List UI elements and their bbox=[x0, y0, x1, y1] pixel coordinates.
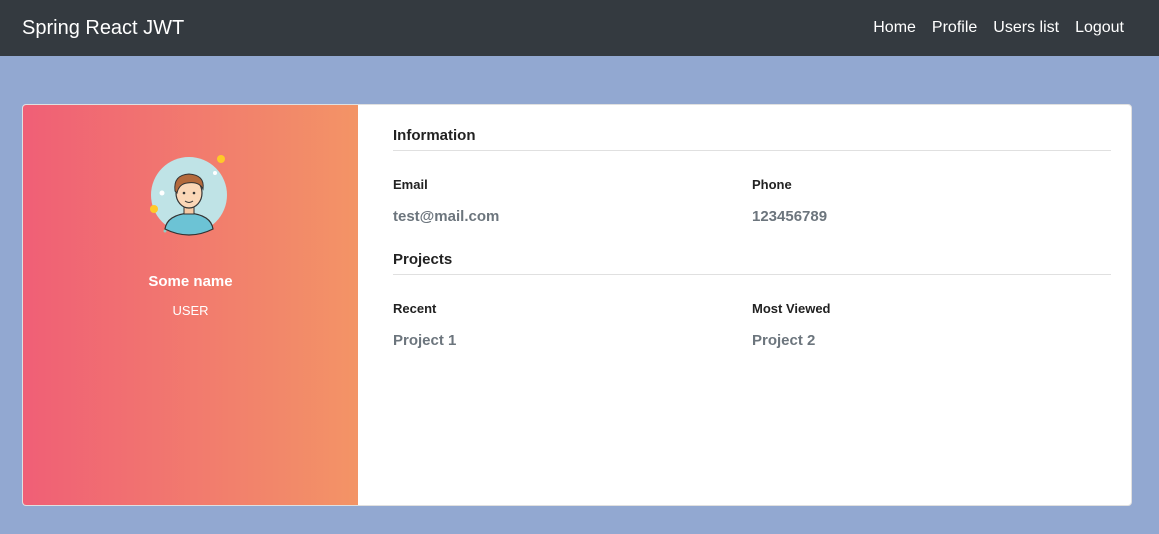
nav-profile[interactable]: Profile bbox=[932, 19, 977, 37]
phone-value: 123456789 bbox=[752, 208, 828, 225]
most-viewed-label: Most Viewed bbox=[752, 301, 831, 316]
projects-heading: Projects bbox=[393, 251, 1111, 275]
email-value: test@mail.com bbox=[393, 208, 500, 225]
nav-home[interactable]: Home bbox=[873, 19, 916, 37]
nav-links: Home Profile Users list Logout bbox=[873, 19, 1124, 37]
profile-role: USER bbox=[172, 303, 209, 318]
profile-sidebar: Some name USER bbox=[23, 105, 358, 505]
nav-users-list[interactable]: Users list bbox=[993, 19, 1059, 37]
nav-logout[interactable]: Logout bbox=[1075, 19, 1124, 37]
recent-label: Recent bbox=[393, 301, 437, 316]
profile-card: Some name USER Information Email test@mai… bbox=[22, 104, 1132, 506]
profile-name: Some name bbox=[148, 273, 233, 290]
user-avatar-icon bbox=[149, 155, 227, 236]
email-label: Email bbox=[393, 177, 428, 192]
phone-label: Phone bbox=[752, 177, 792, 192]
recent-project: Project 1 bbox=[393, 332, 457, 349]
profile-details: Information Email test@mail.com Phone 1234… bbox=[358, 105, 1131, 505]
brand-link[interactable]: Spring React JWT bbox=[22, 17, 184, 40]
navbar: Spring React JWT Home Profile Users list… bbox=[0, 0, 1159, 56]
most-viewed-project: Project 2 bbox=[752, 332, 816, 349]
information-heading: Information bbox=[393, 127, 1111, 151]
